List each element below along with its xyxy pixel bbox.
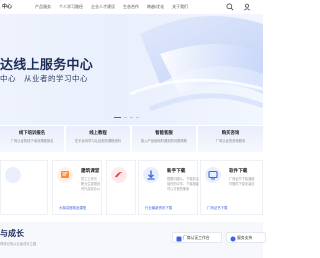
service-card[interactable]	[0, 160, 48, 215]
service-card-software-download[interactable]: 软件下载 厂商证书下载通道 可随时下载安装包 厂商证书下载	[200, 160, 263, 215]
main-menu: 产品服务 个人学习路径 企业人才建设 生态合作 跨越/优化 关于我们	[35, 4, 188, 10]
menu-item-about[interactable]: 关于我们	[172, 4, 188, 10]
search-icon[interactable]	[226, 3, 234, 11]
user-icon[interactable]	[243, 3, 251, 11]
carousel-dot[interactable]	[114, 117, 121, 119]
hero-banner[interactable]: 达线上服务中心 中心 从业者的学习中心	[0, 14, 263, 125]
menu-item-ecosystem[interactable]: 生态合作	[123, 4, 139, 10]
quick-link-title: 线下培训报名	[18, 130, 46, 135]
service-desc-line: 可以方便的使用	[167, 187, 190, 191]
site-logo[interactable]: 中心	[2, 3, 12, 10]
carousel-dots[interactable]	[114, 117, 139, 119]
menu-item-products[interactable]: 产品服务	[35, 4, 51, 10]
service-title: 软件下载	[229, 168, 248, 173]
workbench-label: 厂商认证工作台	[183, 236, 210, 240]
service-desc: 厂商证书下载通道 可随时下载安装包	[229, 177, 255, 187]
quick-links: 线下培训报名 厂商认证的线下培训课程报名 线上教程 在平台内学习认证相关课程资料…	[0, 126, 263, 152]
quick-link-desc: 厂商认证的线下培训课程报名	[10, 139, 54, 143]
quick-link-offline-training[interactable]: 线下培训报名 厂商认证的线下培训课程报名	[0, 126, 64, 152]
carousel-dot[interactable]	[130, 117, 133, 119]
quick-link-smart-service[interactable]: 智能客服 接入产品使用时遇到的问题帮助	[132, 126, 196, 152]
support-label: 服务支持	[237, 236, 253, 240]
service-icon	[5, 167, 21, 183]
growth-title: 与成长	[0, 229, 24, 238]
service-desc: 根据问题从，下载前沿 操作的中华，下载超级 可以方便的使用	[167, 177, 199, 192]
quick-link-title: 智能客服	[155, 130, 173, 135]
workbench-icon	[176, 236, 182, 241]
carousel-dot[interactable]	[124, 117, 127, 119]
service-title: 建筑课堂	[81, 168, 100, 173]
download-icon	[143, 167, 159, 183]
carousel-dot[interactable]	[136, 117, 139, 119]
support-icon	[230, 236, 236, 241]
service-link[interactable]: 行业最新资讯下载	[145, 205, 172, 210]
quick-link-desc: 接入产品使用时遇到的问题帮助	[140, 139, 188, 143]
service-card-classroom[interactable]: 建筑课堂 员工工作坊 职业生涯规划 时代高效办公 大咖讲座精品课堂	[52, 160, 102, 215]
hero-illustration	[129, 16, 263, 112]
hero-subtitle: 中心 从业者的学习中心	[0, 74, 88, 83]
quick-link-online-tutorials[interactable]: 线上教程 在平台内学习认证相关课程资料	[66, 126, 130, 152]
hero-title: 达线上服务中心	[0, 57, 94, 72]
quick-link-title: 线上教程	[89, 130, 107, 135]
software-icon	[205, 167, 221, 183]
workbench-button[interactable]: 厂商认证工作台	[172, 232, 222, 243]
growth-section: 与成长 得成长的从业者成长之路 厂商认证工作台 服务支持	[0, 222, 266, 258]
quick-link-purchase-consult[interactable]: 购买咨询 厂商认证的咨询服务	[198, 126, 263, 152]
service-desc-line: 时代高效办公	[81, 187, 101, 191]
quick-link-desc: 厂商认证的咨询服务	[215, 139, 246, 143]
menu-item-learning-path[interactable]: 个人学习路径	[59, 4, 83, 10]
quick-link-desc: 在平台内学习认证相关课程资料	[74, 139, 122, 143]
service-card-newbie-download[interactable]: 新手下载 根据问题从，下载前沿 操作的中华，下载超级 可以方便的使用 行业最新资…	[138, 160, 199, 215]
growth-subtitle: 得成长的从业者成长之路	[0, 242, 37, 246]
classroom-icon	[57, 167, 73, 183]
top-nav: 中心 产品服务 个人学习路径 企业人才建设 生态合作 跨越/优化 关于我们	[0, 0, 263, 15]
menu-item-cross[interactable]: 跨越/优化	[147, 4, 164, 10]
service-desc-line: 可随时下载安装包	[229, 182, 255, 186]
service-card-cloud[interactable]	[106, 160, 136, 215]
service-desc: 员工工作坊 职业生涯规划 时代高效办公	[81, 177, 100, 192]
support-button[interactable]: 服务支持	[226, 232, 266, 243]
quick-link-title: 购买咨询	[221, 130, 240, 135]
cloud-logo-icon	[111, 167, 127, 183]
service-link[interactable]: 厂商证书下载	[207, 205, 227, 210]
service-title: 新手下载	[167, 168, 186, 173]
menu-item-enterprise[interactable]: 企业人才建设	[91, 4, 115, 10]
service-link[interactable]: 大咖讲座精品课堂	[59, 205, 86, 210]
